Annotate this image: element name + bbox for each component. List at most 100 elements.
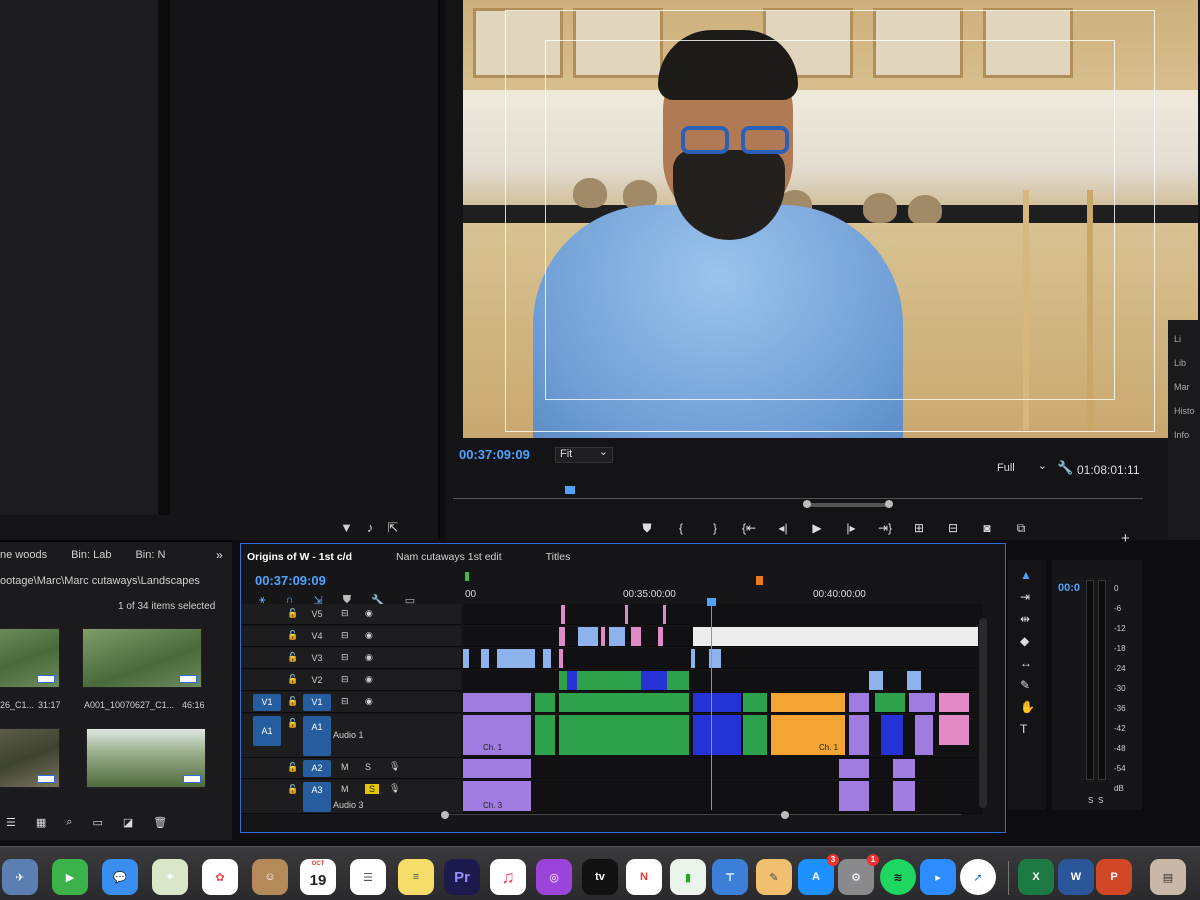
scroll-handle-left[interactable] bbox=[441, 811, 449, 819]
track-name[interactable]: V2 bbox=[303, 672, 331, 689]
clip-thumbnail[interactable] bbox=[86, 728, 206, 788]
messages-icon[interactable]: 💬 bbox=[102, 859, 138, 895]
pen-tool-icon[interactable]: ✎ bbox=[1020, 678, 1046, 692]
audio-clip[interactable] bbox=[893, 781, 915, 811]
clip[interactable] bbox=[743, 693, 767, 712]
panel-tab-lib[interactable]: Lib bbox=[1174, 358, 1200, 368]
source-patch-a1[interactable]: A1 bbox=[253, 716, 281, 746]
filter-icon[interactable]: ▼ bbox=[340, 520, 353, 536]
panel-tab-info[interactable]: Info bbox=[1174, 430, 1200, 440]
tab-bin-n[interactable]: Bin: N bbox=[135, 549, 165, 561]
play-icon[interactable]: ▶ bbox=[810, 521, 824, 536]
audio-clip[interactable]: Ch. 1 bbox=[463, 715, 531, 755]
lock-icon[interactable]: 🔓 bbox=[287, 652, 298, 663]
eye-icon[interactable]: ◉ bbox=[365, 608, 373, 619]
audio-clip[interactable] bbox=[939, 715, 969, 745]
go-to-out-icon[interactable]: ⇥} bbox=[878, 521, 892, 536]
podcasts-icon[interactable]: ◎ bbox=[536, 859, 572, 895]
keynote-icon[interactable]: ⊤ bbox=[712, 859, 748, 895]
clip[interactable] bbox=[907, 671, 921, 690]
panel-tab-markers[interactable]: Mar bbox=[1174, 382, 1200, 392]
audio-clip[interactable]: Ch. 3 bbox=[463, 781, 531, 811]
sync-lock-icon[interactable]: ⊟ bbox=[341, 630, 349, 641]
audio-clip[interactable] bbox=[849, 715, 869, 755]
step-forward-icon[interactable]: |▸ bbox=[844, 521, 858, 536]
tab-woods[interactable]: ne woods bbox=[0, 549, 47, 561]
lock-icon[interactable]: 🔓 bbox=[287, 696, 298, 707]
sync-lock-icon[interactable]: ⊟ bbox=[341, 608, 349, 619]
icon-view-icon[interactable]: ▦ bbox=[36, 816, 46, 829]
maps-icon[interactable]: ⌖ bbox=[152, 859, 188, 895]
timeline-vertical-scrollbar[interactable] bbox=[979, 618, 987, 808]
source-patch-v1[interactable]: V1 bbox=[253, 694, 281, 711]
contacts-icon[interactable]: ☺ bbox=[252, 859, 288, 895]
tab-origins-sequence[interactable]: Origins of W - 1st c/d bbox=[247, 551, 352, 563]
tab-bin-lab[interactable]: Bin: Lab bbox=[71, 549, 111, 561]
ripple-edit-tool-icon[interactable]: ⇹ bbox=[1020, 612, 1046, 626]
news-icon[interactable]: N bbox=[626, 859, 662, 895]
settings-wrench-icon[interactable]: 🔧 bbox=[1057, 460, 1073, 476]
clip[interactable] bbox=[543, 649, 551, 668]
clip[interactable] bbox=[601, 627, 605, 646]
export-icon[interactable]: ⇱ bbox=[387, 520, 398, 536]
search-icon[interactable]: ⌕ bbox=[66, 816, 72, 829]
audio-icon[interactable]: ♪ bbox=[367, 520, 374, 536]
mute-button[interactable]: M bbox=[341, 762, 349, 772]
pages-icon[interactable]: ✎ bbox=[756, 859, 792, 895]
track-lane-a3[interactable]: Ch. 3 bbox=[463, 780, 983, 814]
clip[interactable] bbox=[849, 693, 869, 712]
clip[interactable] bbox=[463, 649, 469, 668]
numbers-icon[interactable]: ▮ bbox=[670, 859, 706, 895]
new-bin-icon[interactable]: ▭ bbox=[92, 816, 102, 829]
zoom-bar[interactable] bbox=[803, 503, 888, 507]
clip[interactable] bbox=[663, 605, 666, 624]
lock-icon[interactable]: 🔓 bbox=[287, 630, 298, 641]
track-name[interactable]: A1 bbox=[303, 716, 331, 756]
apple-tv-icon[interactable]: tv bbox=[582, 859, 618, 895]
track-lane-v4[interactable] bbox=[463, 626, 983, 647]
new-item-icon[interactable]: ◪ bbox=[123, 816, 133, 829]
track-lane-v2[interactable] bbox=[463, 670, 983, 691]
track-lane-v3[interactable] bbox=[463, 648, 983, 669]
preview-icon[interactable]: ✈ bbox=[2, 859, 38, 895]
more-tabs-icon[interactable]: » bbox=[216, 548, 223, 562]
clip[interactable] bbox=[658, 627, 663, 646]
mark-in-icon[interactable]: { bbox=[674, 521, 688, 536]
system-preferences-icon[interactable]: ⚙ 1 bbox=[838, 854, 879, 895]
scroll-handle-right[interactable] bbox=[781, 811, 789, 819]
clip[interactable] bbox=[559, 671, 689, 690]
audio-clip[interactable] bbox=[535, 715, 555, 755]
clip[interactable] bbox=[641, 671, 667, 690]
extract-icon[interactable]: ⊟ bbox=[946, 521, 960, 536]
clip[interactable] bbox=[869, 671, 883, 690]
track-select-tool-icon[interactable]: ⇥ bbox=[1020, 590, 1046, 604]
solo-left[interactable]: S bbox=[1088, 796, 1093, 805]
premiere-pro-icon[interactable]: Pr bbox=[444, 859, 480, 895]
clip[interactable] bbox=[481, 649, 489, 668]
sync-lock-icon[interactable]: ⊟ bbox=[341, 674, 349, 685]
microphone-icon[interactable]: 🎙 bbox=[389, 783, 400, 794]
sequence-marker[interactable] bbox=[756, 576, 763, 585]
step-back-icon[interactable]: ◂| bbox=[776, 521, 790, 536]
reminders-icon[interactable]: ☰ bbox=[350, 859, 386, 895]
tab-cutaways-sequence[interactable]: Nam cutaways 1st edit bbox=[396, 551, 502, 563]
zoom-handle-left[interactable] bbox=[803, 500, 811, 508]
panel-tab-li[interactable]: Li bbox=[1174, 334, 1200, 344]
lock-icon[interactable]: 🔓 bbox=[287, 674, 298, 685]
clip[interactable] bbox=[463, 693, 531, 712]
lock-icon[interactable]: 🔓 bbox=[287, 718, 298, 729]
zoom-icon[interactable]: ▸ bbox=[920, 859, 956, 895]
clip[interactable] bbox=[693, 693, 741, 712]
plus-icon[interactable]: + bbox=[1121, 530, 1130, 547]
clip[interactable] bbox=[609, 627, 625, 646]
clip-thumbnail[interactable] bbox=[0, 728, 60, 788]
audio-clip[interactable] bbox=[839, 759, 869, 778]
track-name[interactable]: A2 bbox=[303, 760, 331, 777]
program-video-frame[interactable] bbox=[463, 0, 1198, 438]
timeline-horizontal-scrollbar[interactable] bbox=[441, 811, 961, 820]
list-view-icon[interactable]: ☰ bbox=[6, 816, 16, 829]
sync-lock-icon[interactable]: ⊟ bbox=[341, 696, 349, 707]
word-icon[interactable]: W bbox=[1058, 859, 1094, 895]
eye-icon[interactable]: ◉ bbox=[365, 674, 373, 685]
clip[interactable] bbox=[559, 649, 563, 668]
